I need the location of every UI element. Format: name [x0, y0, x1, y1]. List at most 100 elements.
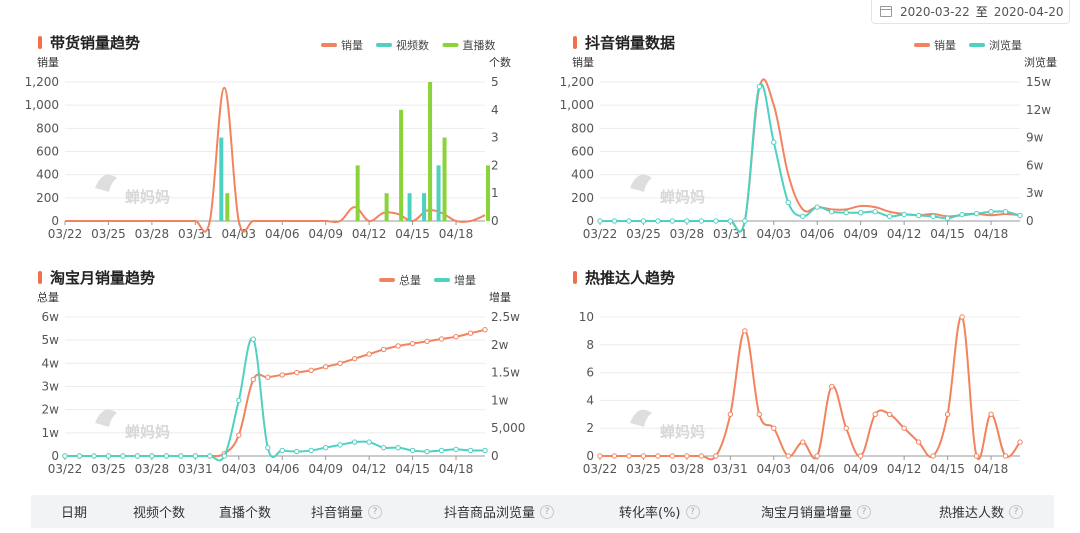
table-header-cell[interactable]: 直播个数 [219, 495, 271, 528]
data-point [424, 338, 430, 345]
data-point [62, 453, 68, 459]
data-point [322, 364, 329, 370]
x-tick-label: 04/09 [843, 462, 878, 476]
data-point [669, 218, 676, 224]
data-point [308, 447, 314, 454]
data-point [482, 327, 488, 333]
x-tick-label: 04/12 [352, 227, 387, 241]
data-point [915, 212, 922, 219]
y2-tick-label: 4 [491, 103, 499, 117]
y-tick-label: 0 [586, 449, 594, 463]
data-point [886, 213, 893, 220]
data-point [265, 374, 271, 380]
y2-tick-label: 1w [491, 393, 509, 407]
data-point [930, 453, 936, 459]
data-point [1017, 439, 1023, 445]
help-icon[interactable]: ? [540, 504, 555, 519]
bar [486, 165, 490, 221]
data-point [640, 218, 647, 224]
y-tick-label: 0 [586, 214, 594, 228]
data-point [655, 218, 661, 224]
calendar-icon [880, 6, 892, 17]
chart-taobao-monthly: 淘宝月销量趋势 总量 增量 总量 增量 0 1w 2w 3w 4w 5w 6w 0 5,000 1w 1.5w… [0, 265, 530, 495]
bar [355, 165, 360, 221]
y-tick-label: 2w [42, 403, 60, 417]
y-tick-label: 10 [579, 310, 594, 324]
y2-tick-label: 0 [491, 214, 499, 228]
date-separator: 至 [975, 5, 988, 19]
help-icon[interactable]: ? [1009, 504, 1024, 519]
date-range-picker[interactable]: 2020-03-22 至 2020-04-20 [871, 0, 1070, 24]
table-header-label: 热推达人数 [939, 506, 1005, 521]
data-point [76, 453, 83, 459]
y-tick-label: 6 [586, 366, 594, 380]
data-point [134, 453, 141, 459]
data-point [337, 360, 343, 367]
y-tick-label: 800 [36, 121, 59, 135]
data-point [930, 213, 936, 220]
watermark-text: 蝉妈妈 [660, 188, 705, 206]
data-point [453, 333, 459, 340]
data-point [872, 209, 878, 215]
bar [384, 193, 389, 221]
y-tick-label: 400 [36, 168, 59, 182]
y2-tick-label: 3 [491, 131, 499, 145]
x-tick-label: 04/03 [221, 462, 256, 476]
legend-swatch [379, 278, 395, 282]
x-tick-label: 04/15 [395, 462, 430, 476]
data-point [959, 211, 965, 218]
table-header-label: 视频个数 [133, 506, 186, 521]
legend-item: 增量 [434, 273, 476, 287]
data-point [438, 447, 445, 454]
data-point [192, 453, 199, 459]
bar [436, 165, 441, 221]
legend-item: 总量 [379, 273, 421, 287]
table-header-cell[interactable]: 淘宝月销量增量? [761, 495, 872, 528]
legend-swatch [969, 43, 985, 47]
x-tick-label: 03/31 [178, 462, 213, 476]
data-point [351, 439, 358, 445]
table-header-cell[interactable]: 转化率(%)? [619, 495, 700, 528]
table-header-cell[interactable]: 抖音销量? [311, 495, 383, 528]
x-tick-label: 04/15 [930, 227, 965, 241]
data-point [742, 218, 748, 224]
data-point [655, 453, 661, 459]
y-tick-label: 1,000 [25, 98, 59, 112]
data-point [351, 356, 358, 362]
data-point [438, 336, 445, 342]
table-header-cell[interactable]: 抖音商品浏览量? [444, 495, 555, 528]
data-point [380, 444, 387, 451]
help-icon[interactable]: ? [685, 504, 700, 519]
x-tick-label: 04/03 [756, 462, 791, 476]
y2-tick-label: 15w [1026, 75, 1051, 89]
data-point [265, 444, 271, 451]
data-point [409, 447, 416, 454]
watermark-text: 蝉妈妈 [660, 423, 705, 441]
table-header-cell[interactable]: 视频个数 [133, 495, 185, 528]
x-tick-label: 04/18 [974, 227, 1009, 241]
table-header-label: 抖音商品浏览量 [444, 506, 536, 521]
data-point [250, 336, 256, 342]
data-point [337, 442, 343, 448]
title-marker [573, 271, 577, 284]
data-point [843, 209, 849, 216]
data-point [785, 199, 791, 206]
x-tick-label: 04/03 [221, 227, 256, 241]
chart-title: 抖音销量数据 [585, 34, 675, 52]
data-point [395, 343, 401, 349]
data-point [482, 447, 488, 454]
data-point [713, 453, 719, 459]
help-icon[interactable]: ? [368, 504, 383, 519]
chart-sales-trend: 带货销量趋势 销量 视频数 直播数 销量 个数 0 200 400 600 800 1,000 1,20… [0, 30, 530, 260]
date-start: 2020-03-22 [900, 4, 970, 19]
table-header-label: 日期 [61, 506, 88, 521]
table-header-cell[interactable]: 日期 [61, 495, 87, 528]
y-tick-label: 800 [571, 121, 594, 135]
data-point [944, 411, 951, 418]
x-tick-label: 04/03 [756, 227, 791, 241]
table-header-cell[interactable]: 热推达人数? [939, 495, 1024, 528]
x-tick-label: 03/28 [670, 227, 705, 241]
watermark-logo-icon [95, 409, 117, 427]
data-point [756, 83, 763, 90]
help-icon[interactable]: ? [857, 504, 872, 519]
